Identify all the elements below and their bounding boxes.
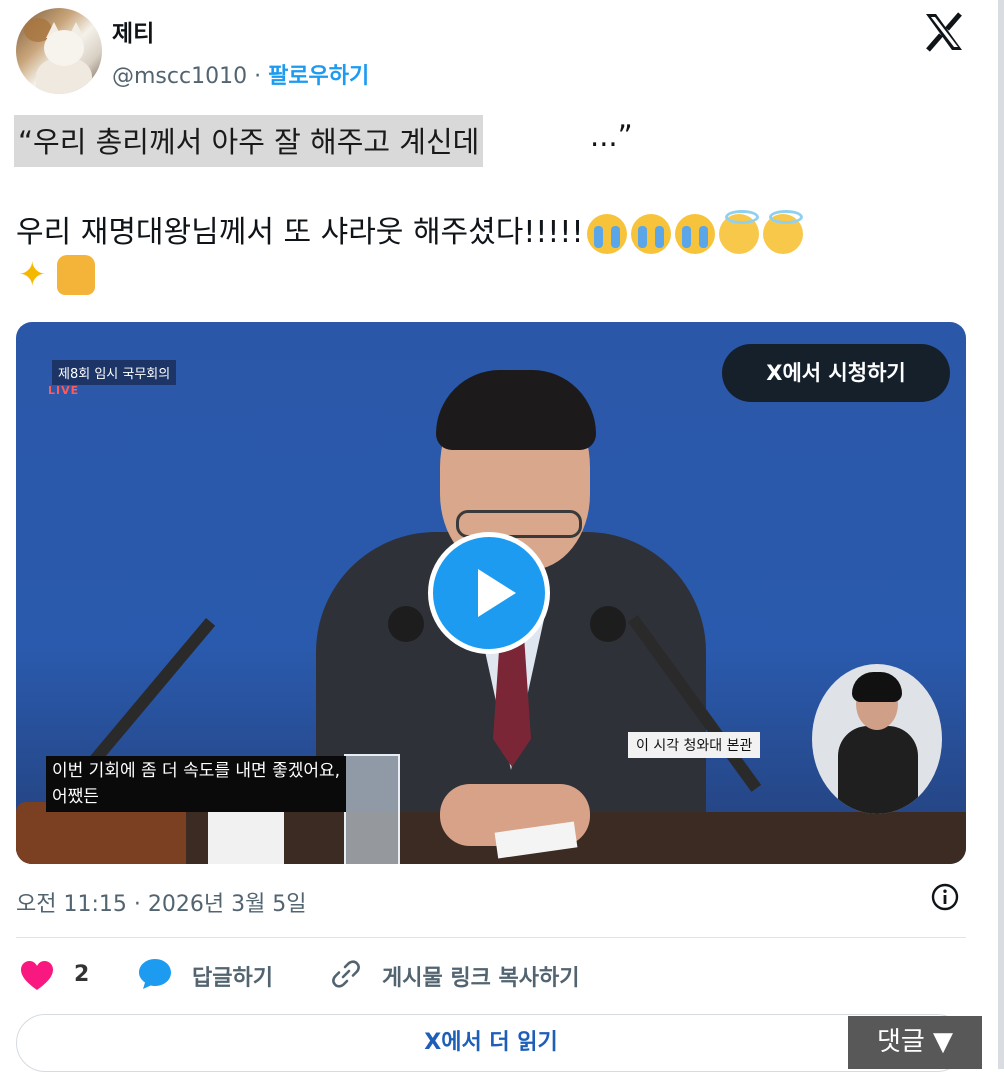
quote-end: ...” xyxy=(590,119,633,153)
thumbs-up-icon xyxy=(56,255,95,295)
sparkles-icon: ✦ xyxy=(18,255,47,295)
loudly-crying-face-icon xyxy=(587,213,628,254)
tweet-text-line: 우리 재명대왕님께서 또 샤라웃 해주셨다!!!!! xyxy=(16,207,804,254)
video-player[interactable]: 제8회 임시 국무회의 LIVE X에서 시청하기 이번 기회에 좀 더 속도를… xyxy=(16,322,966,864)
location-label: 이 시각 청와대 본관 xyxy=(628,732,761,758)
reply-bubble-icon[interactable] xyxy=(137,957,173,991)
timestamp[interactable]: 오전 11:15 · 2026년 3월 5일 xyxy=(16,886,307,918)
smiling-face-with-halo-icon xyxy=(763,209,804,254)
divider xyxy=(16,937,966,938)
caption-line: 어쨌든 xyxy=(52,787,99,807)
caption-line: 이번 기회에 좀 더 속도를 내면 좋겠어요, xyxy=(52,761,341,781)
smiling-face-with-halo-icon xyxy=(719,209,760,254)
x-logo-icon[interactable] xyxy=(920,8,968,56)
reply-button[interactable]: 답글하기 xyxy=(192,960,273,992)
loudly-crying-face-icon xyxy=(675,213,716,254)
read-more-button[interactable]: X에서 더 읽기 xyxy=(16,1014,966,1072)
video-caption: 이번 기회에 좀 더 속도를 내면 좋겠어요, 어쨌든 xyxy=(46,756,347,812)
avatar[interactable] xyxy=(16,8,102,94)
like-count: 2 xyxy=(74,962,90,987)
author-handle[interactable]: @mscc1010 xyxy=(112,64,247,89)
tweet-text: 우리 재명대왕님께서 또 샤라웃 해주셨다!!!!! xyxy=(16,215,584,250)
water-glass xyxy=(344,754,400,864)
scrollbar-edge xyxy=(998,0,1004,1069)
highlighted-quote: “우리 총리께서 아주 잘 해주고 계신데 xyxy=(14,115,484,167)
handle-row: @mscc1010 · 팔로우하기 xyxy=(112,58,369,90)
play-icon[interactable] xyxy=(428,532,550,654)
author-name[interactable]: 제티 xyxy=(112,14,154,48)
live-badge: LIVE xyxy=(48,384,80,397)
follow-button[interactable]: 팔로우하기 xyxy=(268,64,369,89)
copy-link-button[interactable]: 게시물 링크 복사하기 xyxy=(382,960,579,992)
link-icon[interactable] xyxy=(330,958,362,990)
comment-toggle-button[interactable]: 댓글 ▼ xyxy=(848,1016,982,1069)
info-icon[interactable] xyxy=(930,882,960,912)
emoji-row: ✦ xyxy=(18,255,95,295)
watch-on-x-button[interactable]: X에서 시청하기 xyxy=(722,344,950,402)
sign-language-interpreter xyxy=(812,664,942,814)
loudly-crying-face-icon xyxy=(631,213,672,254)
separator: · xyxy=(254,64,262,89)
broadcast-title: 제8회 임시 국무회의 xyxy=(52,360,177,385)
heart-icon[interactable] xyxy=(20,960,54,992)
